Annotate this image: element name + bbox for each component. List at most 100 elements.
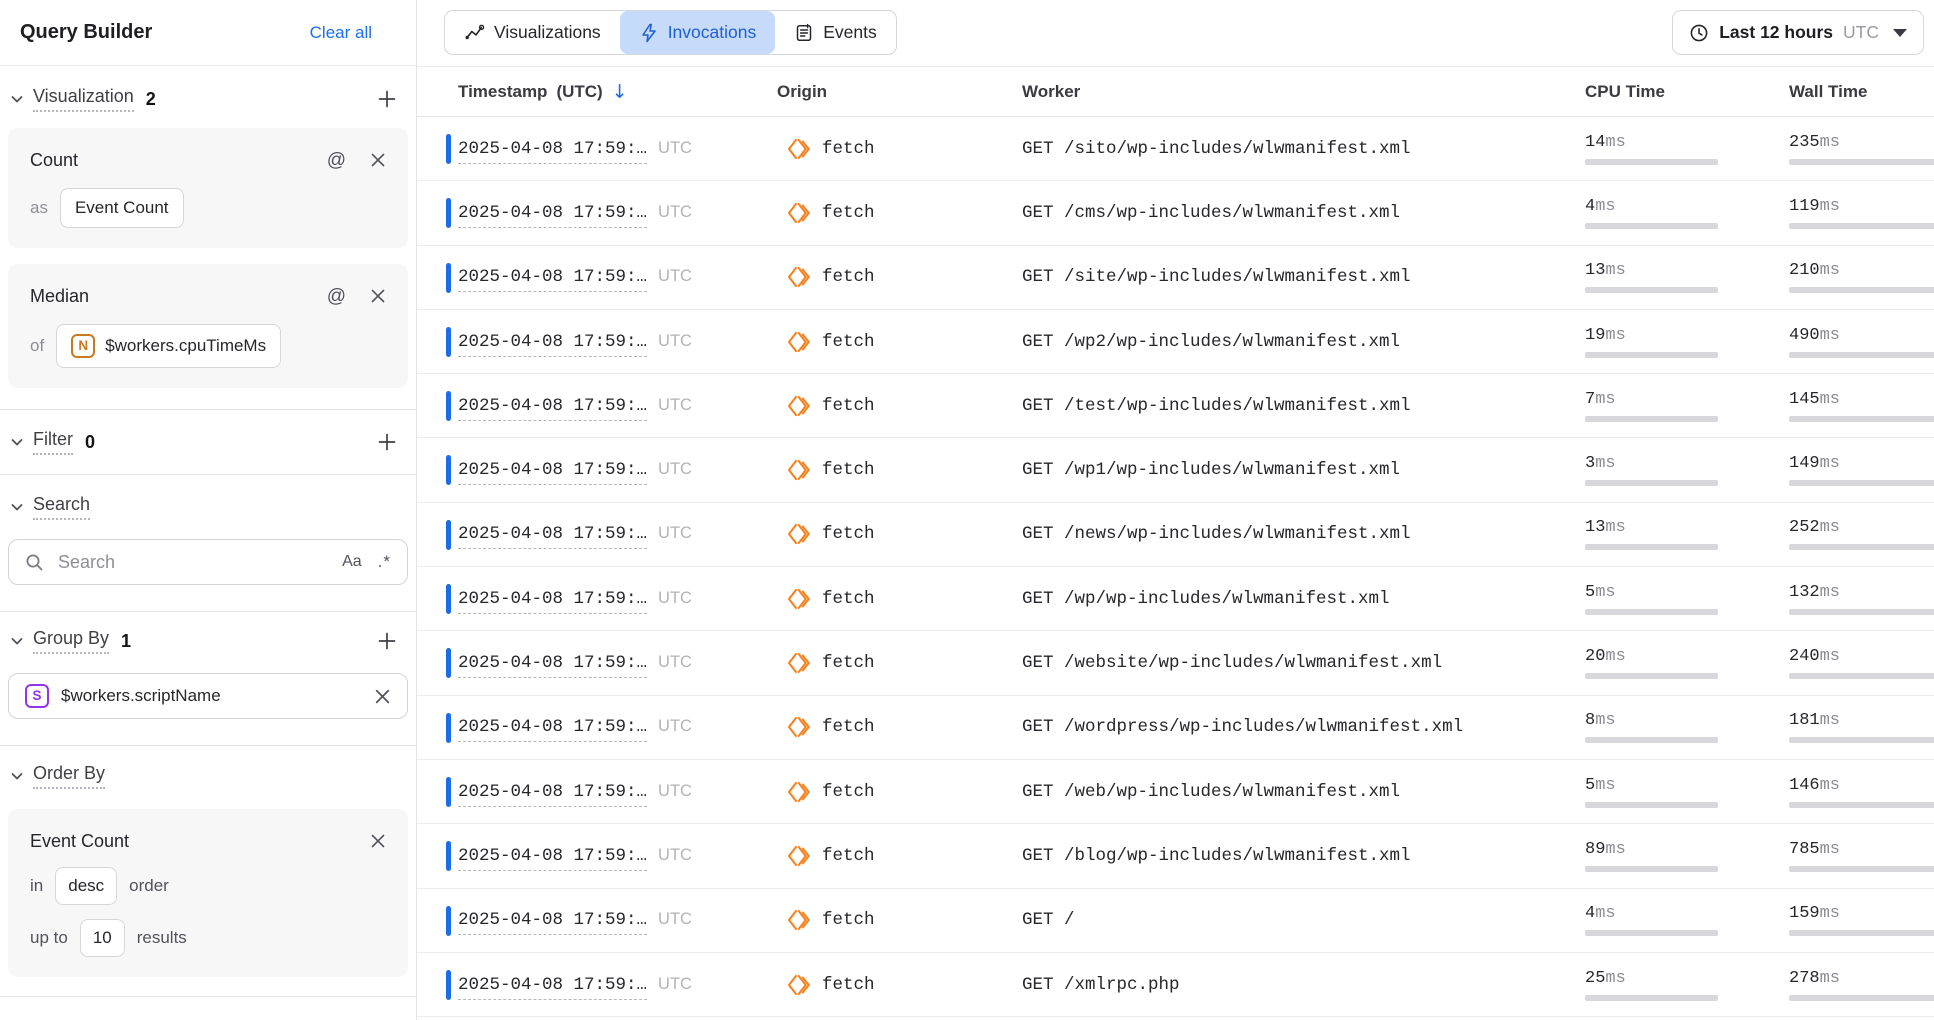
origin-value: fetch: [822, 910, 875, 930]
add-group-by-button[interactable]: [375, 629, 399, 653]
alias-chip[interactable]: Event Count: [60, 188, 184, 228]
column-worker[interactable]: Worker: [1022, 82, 1585, 102]
timestamp-value: 2025-04-08 17:59:…: [458, 524, 647, 549]
field-chip[interactable]: N $workers.cpuTimeMs: [56, 324, 281, 368]
divider: [0, 611, 416, 612]
view-tabs: Visualizations Invocations Events: [444, 10, 897, 55]
cpu-time-value: 89: [1585, 840, 1605, 859]
origin-cell: fetch: [777, 329, 1022, 355]
tab-events[interactable]: Events: [775, 11, 896, 54]
tab-visualizations[interactable]: Visualizations: [445, 11, 620, 54]
group-by-label[interactable]: Group By: [33, 628, 109, 654]
clear-all-button[interactable]: Clear all: [310, 23, 372, 43]
table-row[interactable]: 2025-04-08 17:59:…UTC fetch GET /test/wp…: [417, 374, 1934, 438]
table-row[interactable]: 2025-04-08 17:59:…UTC fetch GET /wordpre…: [417, 696, 1934, 760]
close-icon[interactable]: [374, 688, 391, 705]
timestamp-value: 2025-04-08 17:59:…: [458, 717, 647, 742]
order-by-label[interactable]: Order By: [33, 763, 105, 789]
match-case-toggle[interactable]: Aa: [342, 553, 362, 571]
table-row[interactable]: 2025-04-08 17:59:…UTC fetch GET /web/wp-…: [417, 760, 1934, 824]
table-row[interactable]: 2025-04-08 17:59:…UTC fetch GET /cms/wp-…: [417, 181, 1934, 245]
cpu-time-value: 14: [1585, 133, 1605, 152]
wall-time-bar: [1789, 223, 1934, 229]
cpu-time-value: 7: [1585, 390, 1595, 409]
add-visualization-button[interactable]: [375, 87, 399, 111]
timestamp-timezone: UTC: [658, 460, 692, 478]
wall-time-bar: [1789, 930, 1934, 936]
table-row[interactable]: 2025-04-08 17:59:…UTC fetch GET /wp1/wp-…: [417, 438, 1934, 502]
timestamp-cell: 2025-04-08 17:59:…UTC: [458, 589, 777, 609]
table-row[interactable]: 2025-04-08 17:59:…UTC fetch GET /blog/wp…: [417, 824, 1934, 888]
column-wall-time[interactable]: Wall Time: [1789, 82, 1934, 102]
direction-select[interactable]: desc: [55, 867, 117, 905]
worker-cell: GET /news/wp-includes/wlwmanifest.xml: [1022, 524, 1585, 544]
close-icon[interactable]: [370, 833, 386, 849]
column-cpu-time[interactable]: CPU Time: [1585, 82, 1789, 102]
close-icon[interactable]: [370, 152, 386, 168]
cpu-time-bar: [1585, 673, 1718, 679]
wall-time-value: 181: [1789, 711, 1820, 730]
results-toolbar: Visualizations Invocations Events Last 1…: [417, 0, 1934, 67]
timestamp-timezone: UTC: [658, 717, 692, 735]
column-origin[interactable]: Origin: [777, 82, 1022, 102]
table-row[interactable]: 2025-04-08 17:59:…UTC fetch GET /website…: [417, 631, 1934, 695]
wall-time-unit: ms: [1820, 133, 1840, 152]
at-sign-icon[interactable]: @: [327, 287, 346, 306]
cpu-time-unit: ms: [1595, 583, 1615, 602]
wall-time-value: 252: [1789, 518, 1820, 537]
table-row[interactable]: 2025-04-08 17:59:…UTC fetch GET /news/wp…: [417, 503, 1934, 567]
number-field-icon: N: [71, 334, 95, 358]
timestamp-timezone: UTC: [658, 910, 692, 928]
search-label[interactable]: Search: [33, 494, 90, 520]
clock-icon: [1689, 23, 1709, 43]
search-input[interactable]: [56, 551, 330, 574]
column-timestamp[interactable]: Timestamp: [458, 82, 547, 102]
wall-time-unit: ms: [1820, 904, 1840, 923]
table-row[interactable]: 2025-04-08 17:59:…UTC fetch GET /sito/wp…: [417, 117, 1934, 181]
wall-time-unit: ms: [1820, 583, 1840, 602]
timestamp-value: 2025-04-08 17:59:…: [458, 782, 647, 807]
table-row[interactable]: 2025-04-08 17:59:…UTC fetch GET /wp2/wp-…: [417, 310, 1934, 374]
table-row[interactable]: 2025-04-08 17:59:…UTC fetch GET /site/wp…: [417, 246, 1934, 310]
timestamp-value: 2025-04-08 17:59:…: [458, 846, 647, 871]
time-range-select[interactable]: Last 12 hours UTC: [1672, 10, 1924, 55]
origin-cell: fetch: [777, 972, 1022, 998]
cpu-time-cell: 20ms: [1585, 647, 1789, 679]
section-search: Search: [0, 487, 416, 527]
close-icon[interactable]: [370, 288, 386, 304]
fetch-origin-icon: [786, 907, 812, 933]
cpu-time-cell: 5ms: [1585, 583, 1789, 615]
chevron-down-icon[interactable]: [10, 634, 24, 648]
chevron-down-icon[interactable]: [10, 500, 24, 514]
table-row[interactable]: 2025-04-08 17:59:…UTC fetch GET /xmlrpc.…: [417, 953, 1934, 1017]
divider: [0, 745, 416, 746]
at-sign-icon[interactable]: @: [327, 151, 346, 170]
add-filter-button[interactable]: [375, 430, 399, 454]
fetch-origin-icon: [786, 650, 812, 676]
filter-label[interactable]: Filter: [33, 429, 73, 455]
divider: [0, 474, 416, 475]
visualization-label[interactable]: Visualization: [33, 86, 134, 112]
limit-input[interactable]: 10: [80, 919, 125, 957]
tab-invocations[interactable]: Invocations: [620, 11, 776, 54]
chevron-down-icon[interactable]: [10, 435, 24, 449]
table-row[interactable]: 2025-04-08 17:59:…UTC fetch GET / 4ms 15…: [417, 889, 1934, 953]
fetch-origin-icon: [786, 329, 812, 355]
wall-time-bar: [1789, 802, 1934, 808]
regex-toggle[interactable]: .*: [378, 552, 391, 572]
table-row[interactable]: 2025-04-08 17:59:…UTC fetch GET /wp/wp-i…: [417, 567, 1934, 631]
group-by-field[interactable]: S $workers.scriptName: [8, 673, 408, 719]
origin-value: fetch: [822, 203, 875, 223]
chevron-down-icon[interactable]: [10, 769, 24, 783]
timestamp-cell: 2025-04-08 17:59:…UTC: [458, 782, 777, 802]
timestamp-timezone: UTC: [658, 846, 692, 864]
chevron-down-icon[interactable]: [10, 92, 24, 106]
document-icon: [794, 23, 814, 43]
wall-time-unit: ms: [1820, 454, 1840, 473]
worker-cell: GET /wp2/wp-includes/wlwmanifest.xml: [1022, 332, 1585, 352]
sort-desc-icon[interactable]: ↓: [612, 81, 628, 103]
cpu-time-bar: [1585, 866, 1718, 872]
section-group-by: Group By 1: [0, 621, 416, 661]
wall-time-cell: 145ms: [1789, 390, 1934, 422]
fetch-origin-icon: [786, 136, 812, 162]
